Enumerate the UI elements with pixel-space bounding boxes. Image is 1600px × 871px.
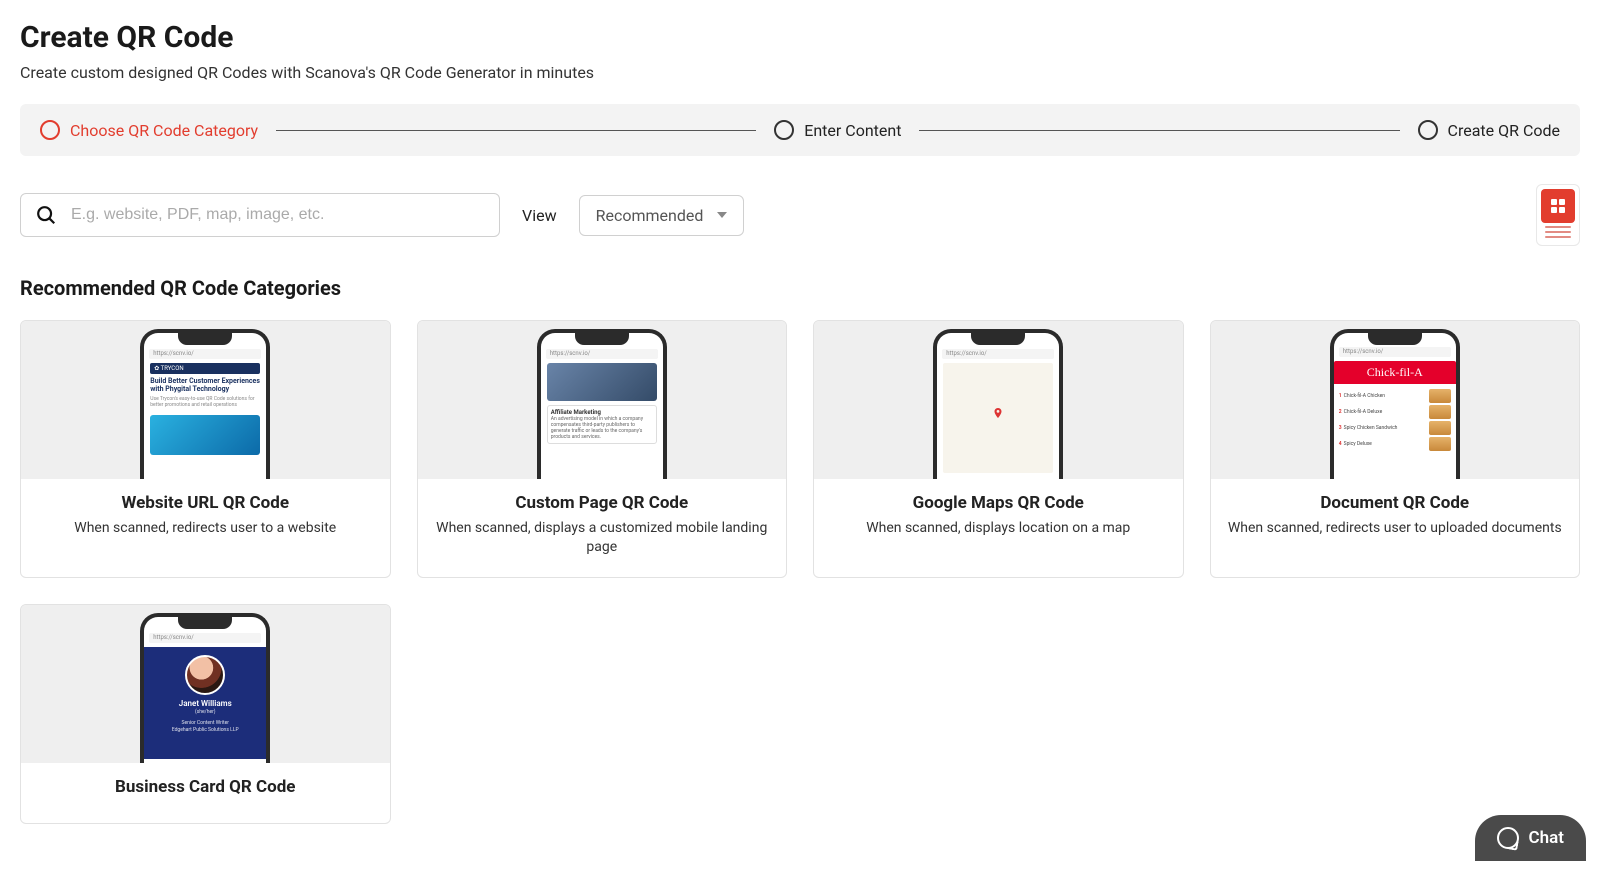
card-title: Google Maps QR Code xyxy=(826,493,1171,513)
step-circle-icon xyxy=(40,120,60,140)
bc-role: Senior Content Writer xyxy=(182,720,229,726)
search-icon xyxy=(35,204,57,226)
grid-icon xyxy=(1551,199,1565,213)
card-preview: https://scnv.io/ ✿ TRYCON Build Better C… xyxy=(21,321,390,479)
step-label: Enter Content xyxy=(804,121,901,140)
card-preview: https://scnv.io/ Janet Williams (she/her… xyxy=(21,605,390,763)
card-website-url[interactable]: https://scnv.io/ ✿ TRYCON Build Better C… xyxy=(20,320,391,578)
step-enter-content[interactable]: Enter Content xyxy=(774,120,901,140)
card-preview: https://scnv.io/ Affiliate MarketingAn a… xyxy=(418,321,787,479)
step-choose-category[interactable]: Choose QR Code Category xyxy=(40,120,258,140)
preview-brand: Chick-fil-A xyxy=(1334,361,1456,384)
menu-item: Chick-fil-A Chicken xyxy=(1342,393,1429,399)
card-preview: https://scnv.io/ xyxy=(814,321,1183,479)
card-business-card[interactable]: https://scnv.io/ Janet Williams (she/her… xyxy=(20,604,391,824)
card-google-maps[interactable]: https://scnv.io/ Google Maps QR Code Whe… xyxy=(813,320,1184,578)
card-title: Website URL QR Code xyxy=(33,493,378,513)
preview-image xyxy=(150,415,260,455)
list-view-button[interactable] xyxy=(1541,226,1575,241)
grid-view-button[interactable] xyxy=(1541,189,1575,223)
step-create-qr[interactable]: Create QR Code xyxy=(1418,120,1560,140)
bc-handle: (she/her) xyxy=(195,709,216,715)
card-desc: When scanned, redirects user to a websit… xyxy=(33,519,378,538)
card-title: Custom Page QR Code xyxy=(430,493,775,513)
chat-label: Chat xyxy=(1529,828,1564,848)
section-title: Recommended QR Code Categories xyxy=(20,276,1580,300)
bc-company: Edgehart Public Solutions LLP xyxy=(172,727,239,733)
menu-item: Spicy Chicken Sandwich xyxy=(1342,425,1429,431)
chat-icon xyxy=(1497,827,1519,849)
map-pin-icon xyxy=(992,407,1004,419)
menu-item: Spicy Deluxe xyxy=(1342,441,1429,447)
preview-url: https://scnv.io/ xyxy=(942,349,1054,359)
card-custom-page[interactable]: https://scnv.io/ Affiliate MarketingAn a… xyxy=(417,320,788,578)
page-subtitle: Create custom designed QR Codes with Sca… xyxy=(20,63,1580,82)
card-preview: https://scnv.io/ Chick-fil-A 1Chick-fil-… xyxy=(1211,321,1580,479)
progress-stepper: Choose QR Code Category Enter Content Cr… xyxy=(20,104,1580,156)
card-desc: When scanned, displays location on a map xyxy=(826,519,1171,538)
card-title: Document QR Code xyxy=(1223,493,1568,513)
category-grid: https://scnv.io/ ✿ TRYCON Build Better C… xyxy=(20,320,1580,824)
preview-url: https://scnv.io/ xyxy=(1339,347,1451,357)
step-label: Choose QR Code Category xyxy=(70,121,258,140)
controls-row: View Recommended xyxy=(20,184,1580,246)
search-input[interactable] xyxy=(71,206,485,224)
preview-card: Affiliate MarketingAn advertising model … xyxy=(547,405,657,444)
preview-hero xyxy=(547,363,657,401)
search-wrapper xyxy=(20,193,500,237)
chevron-down-icon xyxy=(717,212,727,218)
view-label: View xyxy=(522,206,557,225)
card-desc: When scanned, displays a customized mobi… xyxy=(430,519,775,557)
preview-url: https://scnv.io/ xyxy=(546,349,658,359)
preview-brand: ✿ TRYCON xyxy=(150,363,260,374)
card-document[interactable]: https://scnv.io/ Chick-fil-A 1Chick-fil-… xyxy=(1210,320,1581,578)
page-title: Create QR Code xyxy=(20,20,1580,55)
step-divider xyxy=(276,130,756,131)
step-circle-icon xyxy=(1418,120,1438,140)
chat-button[interactable]: Chat xyxy=(1475,815,1586,861)
preview-url: https://scnv.io/ xyxy=(149,349,261,359)
step-circle-icon xyxy=(774,120,794,140)
step-divider xyxy=(919,130,1399,131)
view-selected-value: Recommended xyxy=(596,206,704,225)
card-title: Business Card QR Code xyxy=(33,777,378,797)
preview-url: https://scnv.io/ xyxy=(149,633,261,643)
preview-headline: Build Better Customer Experiences with P… xyxy=(150,377,260,394)
step-label: Create QR Code xyxy=(1448,121,1560,140)
preview-subtext: Use Trycon's easy-to-use QR Code solutio… xyxy=(150,396,260,409)
bc-name: Janet Williams xyxy=(179,699,232,708)
layout-toggle xyxy=(1536,184,1580,246)
menu-item: Chick-fil-A Deluxe xyxy=(1342,409,1429,415)
card-desc: When scanned, redirects user to uploaded… xyxy=(1223,519,1568,538)
view-select[interactable]: Recommended xyxy=(579,195,745,236)
avatar-icon xyxy=(185,655,225,695)
map-preview xyxy=(943,363,1053,473)
